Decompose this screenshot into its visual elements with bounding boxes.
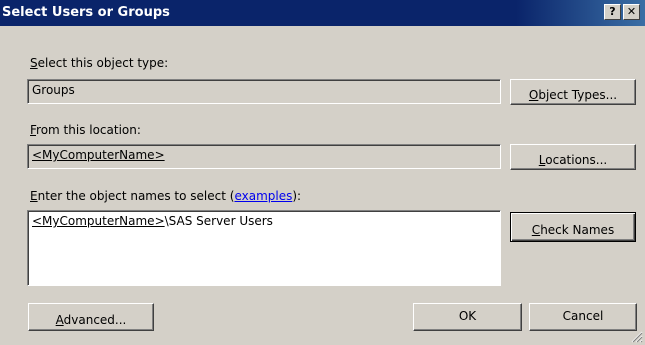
object-names-label: Enter the object names to select (exampl… [30, 189, 302, 203]
close-button[interactable]: ✕ [623, 4, 640, 20]
locations-button[interactable]: Locations... [510, 144, 636, 170]
resize-grip-icon[interactable] [631, 331, 643, 343]
select-users-dialog: Select Users or Groups ? ✕ Select this o… [0, 0, 645, 345]
title-bar[interactable]: Select Users or Groups ? ✕ [0, 0, 645, 26]
help-button[interactable]: ? [604, 4, 621, 20]
window-title: Select Users or Groups [2, 5, 170, 20]
object-type-field: Groups [27, 79, 501, 104]
examples-link[interactable]: examples [234, 189, 292, 203]
ok-button[interactable]: OK [413, 303, 522, 331]
computer-name-link[interactable]: <MyComputerName> [32, 214, 165, 228]
advanced-button[interactable]: Advanced... [28, 303, 154, 331]
object-types-button[interactable]: Object Types... [510, 79, 636, 105]
object-type-label: Select this object type: [30, 56, 169, 70]
check-names-button[interactable]: Check Names [510, 212, 636, 242]
object-names-input[interactable]: <MyComputerName>\SAS Server Users [27, 210, 501, 286]
location-label: From this location: [30, 123, 141, 137]
location-field: <MyComputerName> [27, 144, 501, 169]
cancel-button[interactable]: Cancel [529, 303, 637, 331]
